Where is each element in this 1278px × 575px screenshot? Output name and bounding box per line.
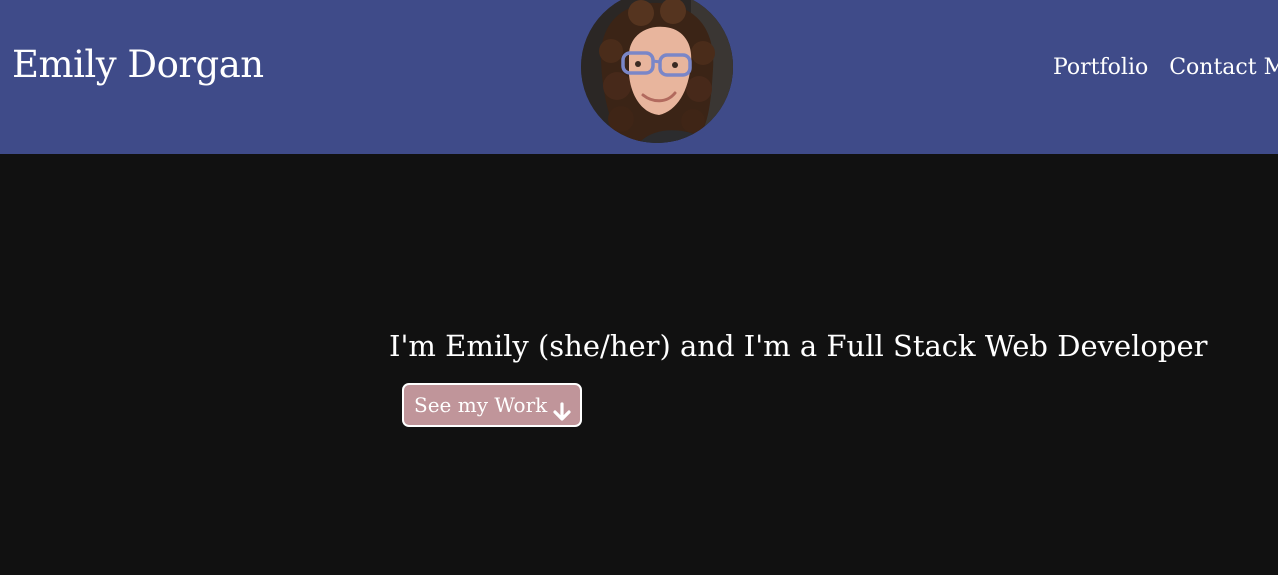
avatar-photo [581, 0, 733, 143]
main-nav: Portfolio Contact Me [1053, 53, 1278, 83]
nav-link-contact[interactable]: Contact Me [1169, 55, 1278, 80]
site-header: Emily Dorgan Portfolio Contact M [0, 0, 1278, 154]
nav-link-portfolio[interactable]: Portfolio [1053, 55, 1148, 80]
avatar [581, 0, 733, 143]
hero-heading: I'm Emily (she/her) and I'm a Full Stack… [389, 329, 1208, 363]
arrow-down-icon [553, 395, 571, 421]
see-my-work-label: See my Work [414, 393, 548, 417]
site-title: Emily Dorgan [12, 43, 264, 86]
see-my-work-button[interactable]: See my Work [402, 383, 583, 427]
hero-section: I'm Emily (she/her) and I'm a Full Stack… [389, 327, 1208, 427]
